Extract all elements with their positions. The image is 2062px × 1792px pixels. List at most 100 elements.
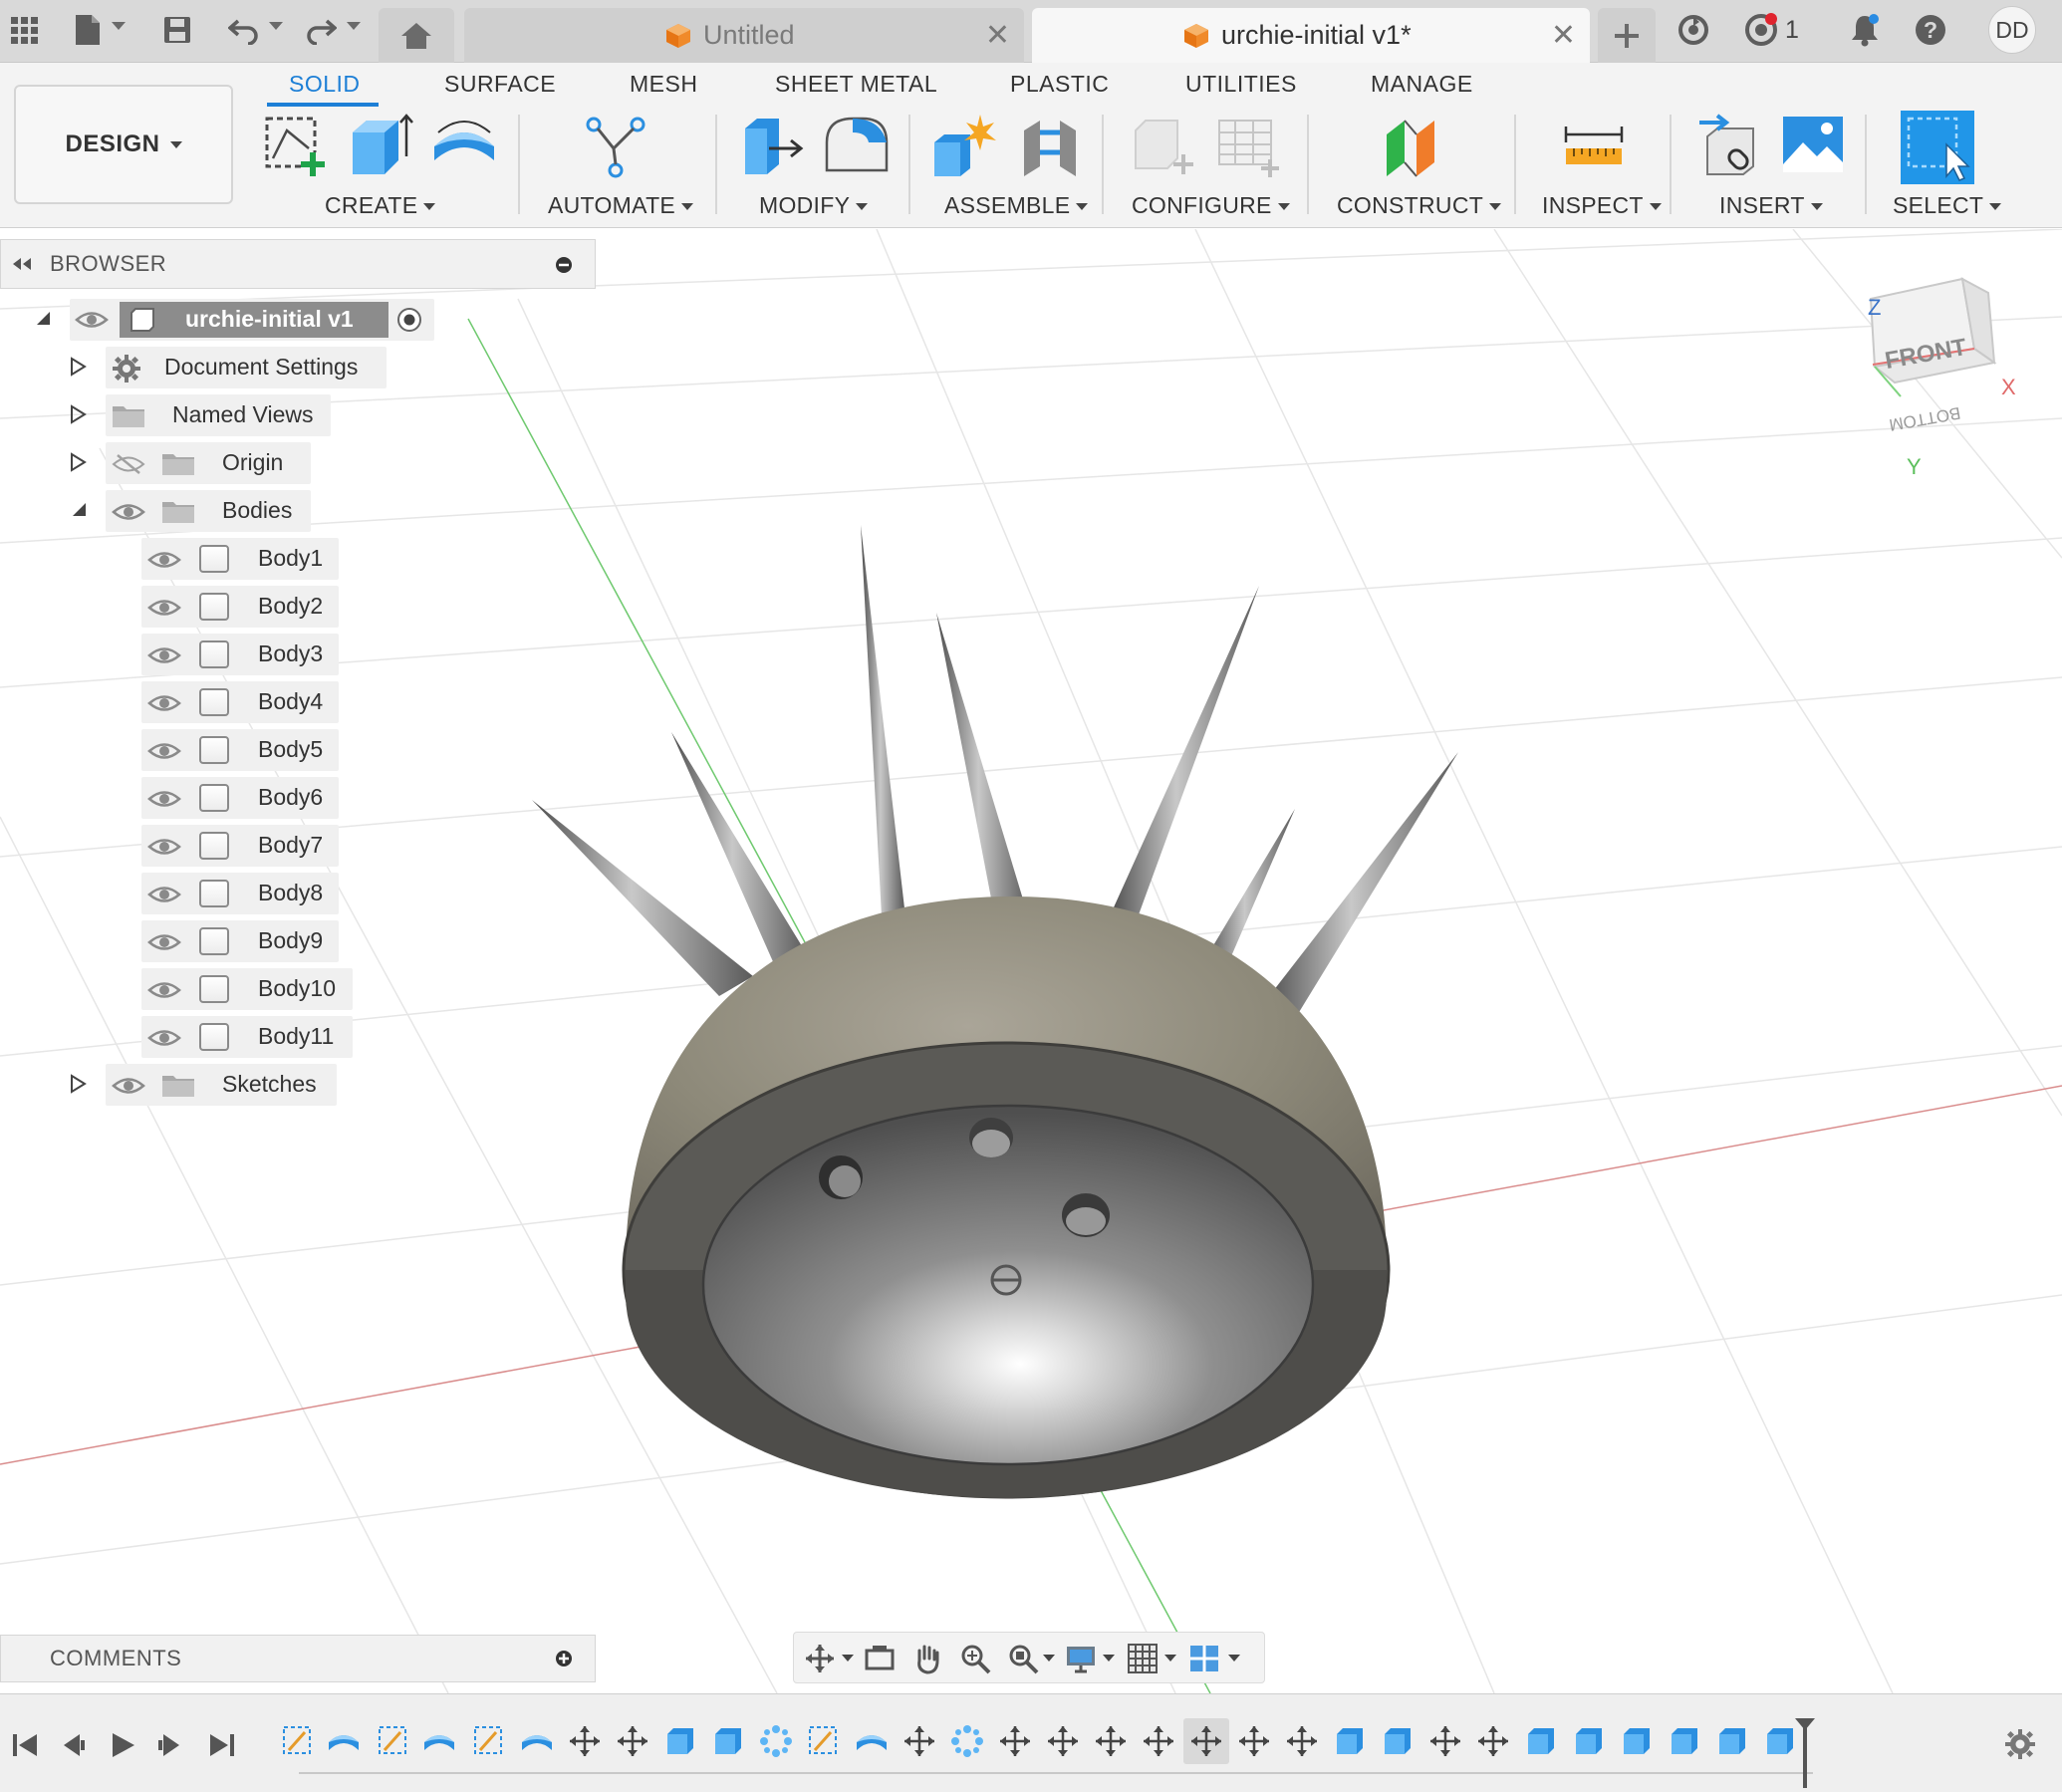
tab-solid[interactable]: SOLID [289, 71, 361, 98]
notifications-icon[interactable] [1845, 10, 1885, 50]
eye-icon[interactable] [147, 979, 181, 1001]
chevron-down-icon[interactable] [1043, 1655, 1055, 1662]
joint-icon[interactable] [1016, 113, 1084, 180]
timeline-sketch-icon[interactable] [281, 1724, 315, 1758]
timeline-move-icon[interactable] [998, 1724, 1032, 1758]
viewports-icon[interactable] [1188, 1643, 1220, 1674]
collapsed-triangle-icon[interactable] [68, 1074, 88, 1094]
configure-icon[interactable] [1130, 113, 1197, 180]
timeline-sketch-icon[interactable] [807, 1724, 841, 1758]
extensions-icon[interactable] [1741, 10, 1781, 50]
timeline-move-icon[interactable] [1428, 1724, 1462, 1758]
timeline-move-icon[interactable] [568, 1724, 602, 1758]
job-status-icon[interactable] [1674, 10, 1713, 50]
close-tab-icon[interactable]: ✕ [985, 18, 1010, 53]
add-comment-icon[interactable] [555, 1650, 573, 1667]
chevron-down-icon[interactable] [842, 1655, 854, 1662]
new-component-icon[interactable] [930, 113, 998, 180]
eye-icon[interactable] [147, 644, 181, 666]
eye-icon[interactable] [147, 597, 181, 619]
expanded-triangle-icon[interactable] [34, 309, 54, 329]
tab-urchie-initial[interactable]: urchie-initial v1* ✕ [1032, 8, 1590, 63]
redo-icon[interactable] [301, 10, 341, 50]
orbit-icon[interactable] [804, 1643, 836, 1674]
timeline-extrude-icon[interactable] [1668, 1724, 1701, 1758]
play-icon[interactable] [108, 1730, 137, 1760]
timeline-extrude-icon[interactable] [1620, 1724, 1654, 1758]
timeline-pattern-icon[interactable] [759, 1724, 793, 1758]
grid-icon[interactable] [4, 10, 44, 50]
timeline-extrude-icon[interactable] [1381, 1724, 1415, 1758]
timeline-move-icon[interactable] [902, 1724, 936, 1758]
inspect-menu[interactable]: INSPECT [1542, 192, 1662, 219]
timeline-move-icon[interactable] [1094, 1724, 1128, 1758]
measure-icon[interactable] [1560, 113, 1628, 180]
redo-caret-icon[interactable] [347, 22, 361, 30]
eye-icon[interactable] [147, 788, 181, 810]
eye-icon[interactable] [147, 549, 181, 571]
eye-icon[interactable] [112, 1075, 145, 1097]
expanded-triangle-icon[interactable] [70, 500, 90, 520]
timeline-revolve-icon[interactable] [422, 1724, 456, 1758]
configuration-table-icon[interactable] [1213, 113, 1281, 180]
select-icon[interactable] [1899, 109, 1976, 186]
fillet-icon[interactable] [823, 113, 891, 180]
create-sketch-icon[interactable] [261, 113, 329, 180]
go-to-end-icon[interactable] [207, 1730, 237, 1760]
insert-menu[interactable]: INSERT [1719, 192, 1823, 219]
press-pull-icon[interactable] [739, 113, 807, 180]
eye-icon[interactable] [147, 836, 181, 858]
home-tab[interactable] [379, 8, 454, 63]
eye-icon[interactable] [147, 931, 181, 953]
zoom-icon[interactable] [959, 1643, 991, 1674]
create-menu[interactable]: CREATE [325, 192, 435, 219]
undo-icon[interactable] [224, 10, 264, 50]
tab-sheet-metal[interactable]: SHEET METAL [775, 71, 937, 98]
user-avatar[interactable]: DD [1988, 6, 2036, 54]
display-settings-icon[interactable] [1065, 1643, 1097, 1674]
eye-icon[interactable] [147, 884, 181, 905]
timeline-move-icon[interactable] [1237, 1724, 1271, 1758]
eye-icon[interactable] [147, 740, 181, 762]
insert-canvas-icon[interactable] [1779, 113, 1847, 180]
timeline-move-icon[interactable] [1142, 1724, 1175, 1758]
tab-surface[interactable]: SURFACE [444, 71, 556, 98]
chevron-down-icon[interactable] [1103, 1655, 1115, 1662]
timeline-revolve-icon[interactable] [855, 1724, 889, 1758]
eye-icon[interactable] [147, 1027, 181, 1049]
timeline-move-icon[interactable] [1285, 1724, 1319, 1758]
timeline-extrude-icon[interactable] [1333, 1724, 1367, 1758]
tab-utilities[interactable]: UTILITIES [1185, 71, 1297, 98]
help-icon[interactable]: ? [1911, 10, 1950, 50]
grid-settings-icon[interactable] [1127, 1643, 1159, 1674]
comments-panel-header[interactable]: COMMENTS [0, 1635, 596, 1682]
automate-menu[interactable]: AUTOMATE [548, 192, 693, 219]
browser-panel-header[interactable]: BROWSER [0, 239, 596, 289]
file-icon[interactable] [68, 10, 108, 50]
chevron-down-icon[interactable] [1228, 1655, 1240, 1662]
undo-caret-icon[interactable] [269, 22, 283, 30]
tab-manage[interactable]: MANAGE [1371, 71, 1473, 98]
pan-hand-icon[interactable] [911, 1643, 943, 1674]
collapsed-triangle-icon[interactable] [68, 404, 88, 424]
file-menu-caret-icon[interactable] [112, 22, 126, 30]
tab-untitled[interactable]: Untitled ✕ [464, 8, 1024, 63]
view-cube[interactable]: FRONT BOTTOM Z X Y [1853, 259, 2042, 479]
timeline-extrude-icon[interactable] [711, 1724, 745, 1758]
insert-derive-icon[interactable] [1695, 113, 1763, 180]
tab-mesh[interactable]: MESH [630, 71, 697, 98]
timeline-extrude-icon[interactable] [1763, 1724, 1797, 1758]
eye-icon[interactable] [75, 309, 109, 331]
eye-icon[interactable] [112, 501, 145, 523]
step-forward-icon[interactable] [155, 1730, 185, 1760]
timeline-move-icon[interactable] [1476, 1724, 1510, 1758]
chevron-down-icon[interactable] [1164, 1655, 1176, 1662]
configure-menu[interactable]: CONFIGURE [1132, 192, 1290, 219]
timeline-marker-handle[interactable] [1793, 1716, 1817, 1790]
go-to-start-icon[interactable] [10, 1730, 40, 1760]
collapse-panel-icon[interactable] [11, 256, 33, 272]
new-tab-button[interactable] [1598, 8, 1656, 63]
assemble-menu[interactable]: ASSEMBLE [944, 192, 1088, 219]
eye-icon[interactable] [147, 692, 181, 714]
revolve-icon[interactable] [430, 113, 498, 180]
